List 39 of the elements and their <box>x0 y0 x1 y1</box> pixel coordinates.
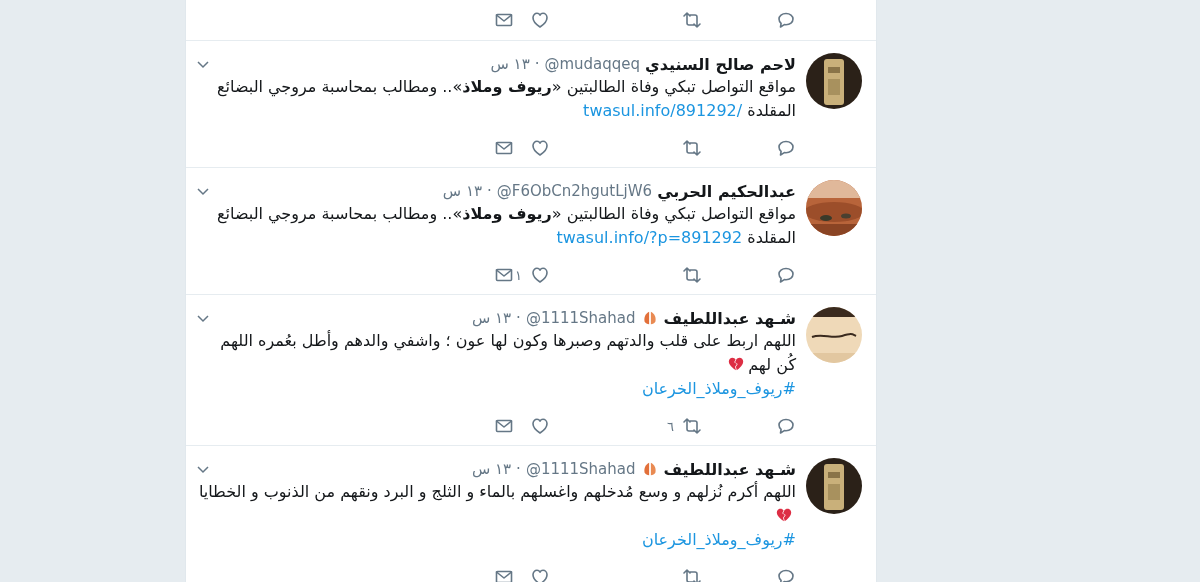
user-name[interactable]: عبدالحكيم الحربي <box>657 181 796 201</box>
tweet-time[interactable]: ١٣ س <box>490 55 530 73</box>
user-handle[interactable]: @1111Shahad <box>525 309 636 327</box>
retweet-icon[interactable] <box>682 10 702 30</box>
user-name[interactable]: شـهد عبداللطيف <box>663 459 796 479</box>
tweet-link[interactable]: twasul.info/891292/ <box>583 99 743 123</box>
tweet-time[interactable]: ١٣ س <box>471 460 512 478</box>
retweet-icon[interactable] <box>682 138 702 158</box>
reply-icon[interactable] <box>776 138 796 158</box>
retweet-icon[interactable] <box>682 567 702 582</box>
tweet-text: اللهم اربط على قلب والدتهم وصبرها وكون لها عون ؛ واشفي والدهم وأطل بعُمره اللهم كُن لهم <box>220 331 796 374</box>
tweet-time[interactable]: ١٣ س <box>442 182 482 200</box>
reply-icon[interactable] <box>776 265 796 285</box>
heart-icon[interactable] <box>530 265 550 285</box>
action-count: ٦ <box>667 418 674 434</box>
tweet-link[interactable]: twasul.info/?p=891292 <box>556 226 743 250</box>
retweet-icon[interactable] <box>682 416 702 436</box>
hashtag-link[interactable]: #ريوف_وملاذ_الخرعان <box>641 377 796 401</box>
user-handle[interactable]: @F6ObCn2hgutLjW6 <box>496 182 653 200</box>
action-count: ١ <box>515 267 522 283</box>
reply-icon[interactable] <box>776 567 796 582</box>
separator-dot: · <box>516 309 521 327</box>
tweet-text: اللهم أكرم نُزلهم و وسع مُدخلهم واغسلهم بالماء و الثلج و البرد ونقهم من الذنوب و الخطايا <box>198 482 796 501</box>
separator-dot: · <box>516 460 521 478</box>
reply-icon[interactable] <box>776 10 796 30</box>
heart-icon[interactable] <box>530 416 550 436</box>
hashtag-link[interactable]: #ريوف_وملاذ_الخرعان <box>641 528 796 552</box>
user-name[interactable]: لاحم صالح السنيدي <box>645 54 796 74</box>
separator-dot: · <box>487 182 492 200</box>
user-handle[interactable]: @mudaqqeq <box>544 55 641 73</box>
heart-icon[interactable] <box>530 138 550 158</box>
separator-dot: · <box>534 55 540 73</box>
reply-icon[interactable] <box>776 416 796 436</box>
heart-icon[interactable] <box>530 567 550 582</box>
heart-icon[interactable] <box>530 10 550 30</box>
retweet-icon[interactable] <box>682 265 702 285</box>
tweet-time[interactable]: ١٣ س <box>471 309 512 327</box>
user-handle[interactable]: @1111Shahad <box>525 460 636 478</box>
user-name[interactable]: شـهد عبداللطيف <box>663 308 796 328</box>
